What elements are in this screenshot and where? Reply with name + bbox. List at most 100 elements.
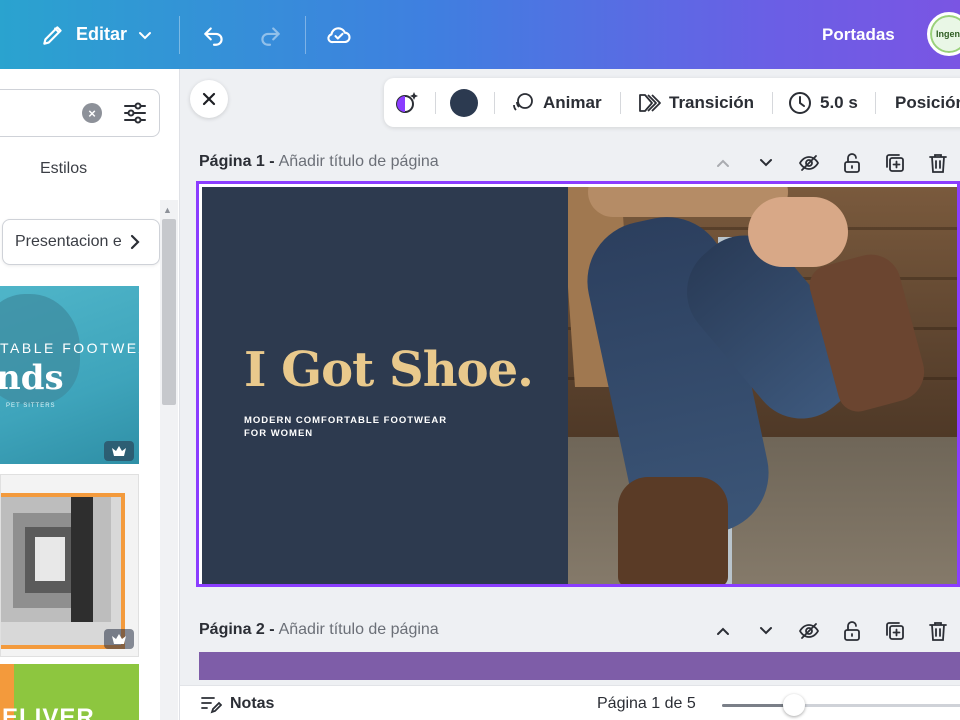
topbar-divider [179,16,180,54]
slide-text-panel[interactable]: I Got Shoe. MODERN COMFORTABLE FOOTWEAR … [202,187,568,584]
move-page-up-button[interactable] [712,152,734,174]
clock-icon [789,91,811,114]
lock-page-button[interactable] [841,152,863,174]
thumbnail-title: nds [0,358,64,398]
position-label: Posición [895,92,960,112]
page-indicator[interactable]: Página 1 de 5 [597,686,696,720]
transition-button[interactable]: Transición [636,78,754,127]
premium-crown-icon [104,441,134,461]
page-2-preview[interactable] [199,652,960,680]
notes-button[interactable]: Notas [200,686,274,720]
notes-label: Notas [230,694,275,712]
animate-label: Animar [543,92,602,112]
redo-button[interactable] [254,0,286,69]
project-title[interactable]: Portadas [822,0,895,69]
chevron-right-icon[interactable] [126,232,144,252]
page-title-input[interactable]: Añadir título de página [279,621,439,639]
page-tools [712,619,952,643]
slide-subtitle-line: FOR WOMEN [244,428,314,439]
trash-icon [929,622,947,641]
pencil-icon [43,25,62,45]
chevron-down-icon [760,159,772,167]
styles-tab[interactable]: Estilos [40,160,87,178]
color-button[interactable] [450,78,478,127]
thumbnail-subtitle: PET SITTERS [6,403,56,409]
redo-icon [261,26,280,46]
delete-page-button[interactable] [927,620,949,642]
animate-button[interactable]: Animar [510,78,602,127]
page-title-input[interactable]: Añadir título de página [279,153,439,171]
close-panel-button[interactable] [190,80,228,118]
corridor-pillar [71,497,93,622]
slide-canvas[interactable]: I Got Shoe. MODERN COMFORTABLE FOOTWEAR … [196,181,960,587]
position-button[interactable]: Posición [895,78,960,127]
zoom-slider-knob[interactable] [783,694,805,716]
eye-off-icon [798,155,820,171]
save-status-button[interactable] [322,0,356,69]
eye-off-icon [798,623,820,639]
undo-icon [204,26,223,46]
magic-edit-button[interactable] [392,78,422,127]
slide-subtitle[interactable]: MODERN COMFORTABLE FOOTWEAR FOR WOMEN [244,414,464,440]
page-tools [712,151,952,175]
filter-icon[interactable] [122,100,148,126]
template-overflow-text: TABLE FOOTWEAR [0,340,164,356]
scroll-up-icon[interactable]: ▲ [163,205,172,215]
context-toolbar: Animar Transición 5.0 s Posición [384,78,960,127]
transition-label: Transición [669,92,755,112]
page-number-label: Página 1 - [199,153,275,170]
corridor-shape [35,537,65,581]
move-page-down-button[interactable] [755,152,777,174]
duplicate-icon [886,154,904,172]
boot [618,477,728,584]
toolbar-divider [494,92,495,114]
notes-icon [201,696,222,713]
move-page-up-button[interactable] [712,620,734,642]
undo-button[interactable] [198,0,230,69]
chevron-down-icon [760,627,772,635]
animate-icon [513,92,533,111]
chevron-down-icon [139,31,152,39]
hide-page-button[interactable] [798,152,820,174]
page-header: Página 1 - Añadir título de página [199,150,439,174]
hand [748,197,848,267]
unlock-icon [844,621,860,641]
hide-page-button[interactable] [798,620,820,642]
template-thumbnail[interactable]: ELIVER [0,664,139,720]
scrollbar-thumb[interactable] [162,219,176,405]
lock-page-button[interactable] [841,620,863,642]
color-swatch [450,88,478,117]
toolbar-divider [875,92,876,114]
toolbar-divider [435,92,436,114]
slide-photo[interactable] [568,187,957,584]
duplicate-page-button[interactable] [884,620,906,642]
chevron-up-icon [717,627,729,635]
duplicate-icon [886,622,904,640]
duration-label: 5.0 s [820,92,858,112]
top-bar: Editar Portadas Ingeni [0,0,960,69]
toolbar-divider [772,92,773,114]
duplicate-page-button[interactable] [884,152,906,174]
close-icon [202,92,216,106]
page-header: Página 2 - Añadir título de página [199,618,439,642]
magic-sparkle-icon [396,91,418,113]
delete-page-button[interactable] [927,152,949,174]
toolbar-divider [620,92,621,114]
template-thumbnail[interactable]: nds PET SITTERS [0,286,139,464]
avatar[interactable]: Ingeni [927,12,960,56]
bottom-bar: Notas Página 1 de 5 [180,685,960,720]
thumbnail-title: ELIVER [2,704,95,720]
chevron-up-icon [717,159,729,167]
premium-crown-icon [104,629,134,649]
slide-subtitle-line: MODERN COMFORTABLE FOOTWEAR [244,415,448,426]
clear-search-icon[interactable]: × [82,103,102,123]
edit-menu-button[interactable]: Editar [40,0,153,69]
slide-title[interactable]: I Got Shoe. [244,342,534,398]
category-chip-label: Presentacion e [15,233,122,250]
duration-button[interactable]: 5.0 s [787,78,858,127]
transition-icon [639,93,661,112]
cloud-saved-icon [327,26,351,43]
topbar-divider [305,16,306,54]
trash-icon [929,154,947,173]
move-page-down-button[interactable] [755,620,777,642]
